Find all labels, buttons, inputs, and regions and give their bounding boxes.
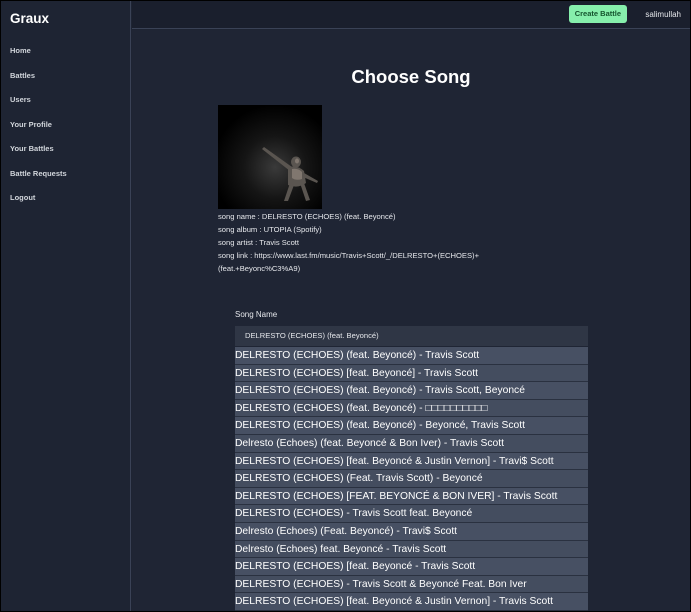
album-cover-image — [218, 105, 322, 209]
song-link-text-continued[interactable]: (feat.+Beyonc%C3%A9) — [218, 262, 538, 275]
app-window: Graux Home Battles Users Your Profile Yo… — [1, 1, 690, 611]
create-battle-button[interactable]: Create Battle — [568, 5, 627, 23]
song-result-item[interactable]: Delresto (Echoes) (Feat. Beyoncé) - Trav… — [235, 522, 588, 541]
sidebar-item-your-battles[interactable]: Your Battles — [10, 143, 67, 168]
song-result-item[interactable]: DELRESTO (ECHOES) (feat. Beyoncé) - Beyo… — [235, 417, 588, 435]
page-title: Choose Song — [351, 66, 471, 87]
brand-logo[interactable]: Graux — [10, 11, 49, 26]
song-result-item[interactable]: DELRESTO (ECHOES) [FEAT. BEYONCÉ & BON I… — [235, 487, 588, 506]
song-results-list: DELRESTO (ECHOES) (feat. Beyoncé) - Trav… — [235, 347, 588, 611]
sidebar-item-battles[interactable]: Battles — [10, 70, 67, 95]
sidebar-item-home[interactable]: Home — [10, 45, 67, 70]
song-result-item[interactable]: Delresto (Echoes) feat. Beyoncé - Travis… — [235, 541, 588, 559]
song-name-input[interactable] — [235, 326, 588, 346]
song-result-item[interactable]: DELRESTO (ECHOES) [feat. Beyoncé - Travi… — [235, 558, 588, 576]
top-bar: Create Battle salimullah — [132, 1, 690, 29]
song-result-item[interactable]: DELRESTO (ECHOES) [feat. Beyoncé & Justi… — [235, 593, 588, 611]
song-result-item[interactable]: DELRESTO (ECHOES) (Feat. Travis Scott) -… — [235, 470, 588, 488]
song-result-item[interactable]: DELRESTO (ECHOES) (feat. Beyoncé) - □□□□… — [235, 400, 588, 418]
song-details: song name : DELRESTO (ECHOES) (feat. Bey… — [218, 210, 538, 275]
sidebar-item-logout[interactable]: Logout — [10, 192, 67, 217]
username-link[interactable]: salimullah — [645, 10, 681, 19]
song-result-item[interactable]: DELRESTO (ECHOES) (feat. Beyoncé) - Trav… — [235, 347, 588, 365]
song-album-text: song album : UTOPIA (Spotify) — [218, 225, 322, 234]
song-result-item[interactable]: DELRESTO (ECHOES) [feat. Beyoncé & Justi… — [235, 452, 588, 471]
sidebar-item-your-profile[interactable]: Your Profile — [10, 119, 67, 144]
sidebar-item-battle-requests[interactable]: Battle Requests — [10, 168, 67, 193]
song-result-item[interactable]: DELRESTO (ECHOES) - Travis Scott feat. B… — [235, 505, 588, 523]
sidebar-item-users[interactable]: Users — [10, 94, 67, 119]
song-result-item[interactable]: DELRESTO (ECHOES) - Travis Scott & Beyon… — [235, 576, 588, 594]
song-result-item[interactable]: DELRESTO (ECHOES) [feat. Beyoncé] - Trav… — [235, 365, 588, 383]
sidebar-nav: Home Battles Users Your Profile Your Bat… — [10, 45, 67, 217]
song-name-text: song name : DELRESTO (ECHOES) (feat. Bey… — [218, 212, 396, 221]
song-artist-text: song artist : Travis Scott — [218, 238, 300, 247]
song-result-item[interactable]: Delresto (Echoes) (feat. Beyoncé & Bon I… — [235, 435, 588, 453]
song-link-text[interactable]: song link : https://www.last.fm/music/Tr… — [218, 249, 538, 262]
song-name-label: Song Name — [235, 310, 278, 319]
main-content: Choose Song song name: DELRESTO (ECHOES… — [132, 30, 690, 611]
sidebar: Graux Home Battles Users Your Profile Yo… — [1, 1, 131, 611]
song-result-item[interactable]: DELRESTO (ECHOES) (feat. Beyoncé) - Trav… — [235, 382, 588, 400]
